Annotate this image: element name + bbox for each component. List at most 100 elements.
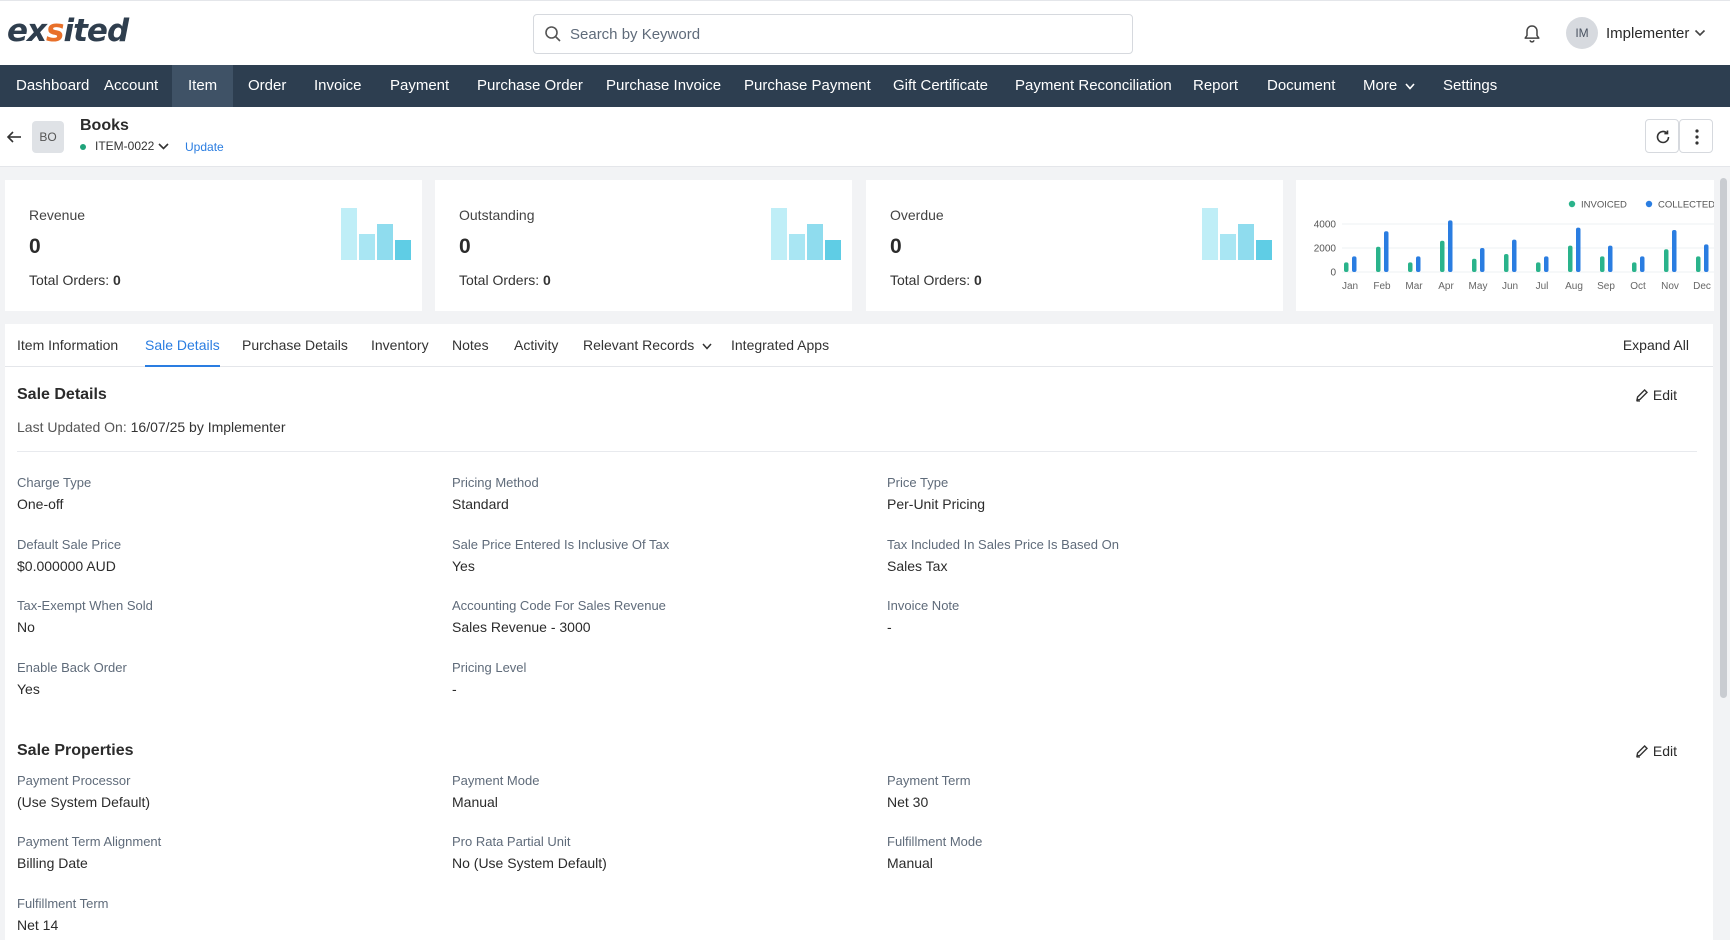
nav-item-report[interactable]: Report: [1177, 65, 1254, 107]
revenue-card: Revenue 0 Total Orders: 0: [5, 180, 422, 311]
nav-item-order[interactable]: Order: [232, 65, 302, 107]
status-dot: [80, 144, 86, 150]
chevron-down-icon[interactable]: [158, 143, 169, 150]
bar-collected-nov: [1672, 230, 1677, 272]
section-title-sale-properties: Sale Properties: [17, 742, 134, 759]
bar-invoiced-aug: [1568, 245, 1573, 272]
nav-item-settings[interactable]: Settings: [1427, 65, 1513, 107]
bar-invoiced-mar: [1408, 262, 1413, 272]
back-arrow-icon[interactable]: [6, 129, 22, 145]
item-avatar: BO: [32, 121, 64, 153]
monthly-bar-chart: 4000 2000 0 Jan Feb Mar Apr May Jun Jul Aug Sep Oct N…: [1314, 200, 1714, 292]
x-tick-label: Aug: [1565, 281, 1583, 292]
x-tick-label: Dec: [1693, 281, 1711, 292]
more-vertical-icon: [1695, 129, 1699, 145]
update-link[interactable]: Update: [185, 140, 224, 154]
tab-purchase-details[interactable]: Purchase Details: [242, 324, 348, 367]
refresh-button[interactable]: [1645, 119, 1679, 153]
card-value: 0: [29, 235, 41, 258]
exsited-logo[interactable]: exsited: [7, 13, 129, 49]
bar-collected-oct: [1640, 256, 1645, 272]
nav-item-more[interactable]: More: [1347, 65, 1431, 107]
bar-invoiced-dec: [1696, 256, 1701, 272]
item-name: Books: [80, 117, 129, 134]
bar-collected-sep: [1608, 245, 1613, 272]
more-options-button[interactable]: [1679, 119, 1713, 153]
nav-item-purchase-invoice[interactable]: Purchase Invoice: [590, 65, 737, 107]
tab-activity[interactable]: Activity: [514, 324, 558, 367]
bar-collected-mar: [1416, 256, 1421, 272]
nav-item-item[interactable]: Item: [172, 65, 234, 107]
bar-invoiced-feb: [1376, 246, 1381, 272]
x-tick-label: Sep: [1597, 281, 1615, 292]
tab-sale-details[interactable]: Sale Details: [145, 324, 220, 367]
bar-invoiced-jan: [1344, 262, 1349, 272]
field-price-type: Price Type Per-Unit Pricing: [887, 475, 986, 512]
nav-item-purchase-order[interactable]: Purchase Order: [461, 65, 599, 107]
search-input[interactable]: [570, 15, 1120, 53]
edit-sale-details-button[interactable]: Edit: [1635, 387, 1677, 403]
bar-invoiced-sep: [1600, 256, 1605, 272]
card-orders: Total Orders: 0: [890, 272, 982, 288]
field-pro-rata-partial-unit: Pro Rata Partial Unit No (Use System Defa…: [452, 834, 607, 871]
pencil-icon: [1635, 389, 1648, 402]
tab-notes[interactable]: Notes: [452, 324, 489, 367]
user-name[interactable]: Implementer: [1606, 25, 1689, 42]
tab-item-information[interactable]: Item Information: [17, 324, 118, 367]
bar-invoiced-jul: [1536, 262, 1541, 272]
chevron-down-icon[interactable]: [1694, 29, 1706, 37]
field-pricing-method: Pricing Method Standard: [452, 475, 539, 512]
bar-collected-feb: [1384, 231, 1389, 272]
legend-label: INVOICED: [1581, 200, 1627, 211]
nav-item-account[interactable]: Account: [88, 65, 174, 107]
nav-item-purchase-payment[interactable]: Purchase Payment: [728, 65, 887, 107]
tab-relevant-records-label: Relevant Records: [583, 337, 695, 353]
bar-collected-jun: [1512, 239, 1517, 272]
y-tick-label: 2000: [1314, 244, 1337, 255]
field-default-sale-price: Default Sale Price $0.000000 AUD: [17, 537, 122, 574]
tab-inventory[interactable]: Inventory: [371, 324, 429, 367]
nav-item-payment-reconciliation[interactable]: Payment Reconciliation: [999, 65, 1188, 107]
field-invoice-note: Invoice Note -: [887, 598, 960, 635]
edit-sale-properties-button[interactable]: Edit: [1635, 743, 1677, 759]
main-nav: Dashboard Account Item Order Invoice Pay…: [0, 65, 1730, 107]
bar-collected-jan: [1352, 256, 1357, 272]
sparkline-icon: [771, 208, 843, 260]
tab-integrated-apps[interactable]: Integrated Apps: [731, 324, 829, 367]
expand-all-button[interactable]: Expand All: [1623, 324, 1689, 367]
legend-marker: [1568, 200, 1576, 208]
nav-item-gift-certificate[interactable]: Gift Certificate: [877, 65, 1004, 107]
bar-invoiced-oct: [1632, 262, 1637, 272]
sale-details-panel: Sale Details Edit Last Updated On: 16/07…: [5, 367, 1713, 940]
tabs-bar: Item Information Sale Details Purchase D…: [5, 324, 1713, 367]
bar-invoiced-may: [1472, 258, 1477, 272]
page-scrollbar[interactable]: [1720, 178, 1727, 698]
item-code[interactable]: ITEM-0022: [95, 139, 154, 153]
nav-item-invoice[interactable]: Invoice: [298, 65, 378, 107]
notification-bell-icon[interactable]: [1521, 23, 1543, 45]
divider: [17, 451, 1697, 452]
nav-more-label: More: [1363, 77, 1398, 94]
nav-item-payment[interactable]: Payment: [374, 65, 465, 107]
tab-relevant-records[interactable]: Relevant Records: [583, 324, 712, 367]
bar-collected-jul: [1544, 256, 1549, 272]
user-avatar[interactable]: IM: [1566, 17, 1598, 49]
legend-label: COLLECTED: [1658, 200, 1714, 211]
y-tick-label: 0: [1330, 268, 1336, 279]
x-tick-label: Jul: [1536, 281, 1549, 292]
field-fulfillment-term: Fulfillment Term Net 14: [17, 896, 109, 933]
chevron-down-icon: [1405, 82, 1415, 90]
bar-collected-apr: [1448, 220, 1453, 272]
bar-invoiced-apr: [1440, 240, 1445, 272]
x-tick-label: Feb: [1373, 281, 1391, 292]
nav-item-document[interactable]: Document: [1251, 65, 1351, 107]
last-updated: Last Updated On: 16/07/25 by Implementer: [17, 419, 286, 435]
field-sale-price-inclusive-tax: Sale Price Entered Is Inclusive Of Tax Ye…: [452, 537, 670, 574]
field-charge-type: Charge Type One-off: [17, 475, 92, 512]
search-box[interactable]: [533, 14, 1133, 54]
monthly-chart-card: 4000 2000 0 Jan Feb Mar Apr May Jun Jul Aug Sep Oct N…: [1296, 180, 1714, 311]
section-title-sale-details: Sale Details: [17, 386, 107, 403]
overdue-card: Overdue 0 Total Orders: 0: [866, 180, 1283, 311]
x-tick-label: Jan: [1342, 281, 1358, 292]
field-payment-term: Payment Term Net 30: [887, 773, 971, 810]
